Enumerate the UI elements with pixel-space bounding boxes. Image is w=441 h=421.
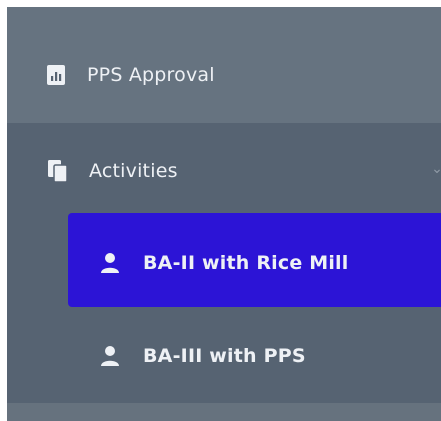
sidebar-item-label: BA-III with PPS (143, 345, 306, 367)
sidebar-bottom-section (7, 403, 441, 421)
sidebar-item-label: Activities (89, 160, 178, 182)
sidebar-item-activities[interactable]: Activities ⌄ (47, 151, 441, 191)
user-icon (99, 345, 121, 367)
copy-icon (47, 160, 69, 183)
user-icon (99, 252, 121, 274)
sidebar-item-pps-approval[interactable]: PPS Approval (45, 57, 215, 93)
chevron-down-icon: ⌄ (431, 161, 441, 177)
sidebar-item-ba-iii-pps[interactable]: BA-III with PPS (99, 338, 306, 374)
sidebar-item-label: BA-II with Rice Mill (143, 252, 349, 274)
sidebar-item-label: PPS Approval (87, 64, 215, 86)
sidebar-item-ba-ii-rice-mill[interactable]: BA-II with Rice Mill (99, 245, 348, 281)
report-icon (45, 64, 67, 86)
sidebar: PPS Approval Activities ⌄ BA-II with Ric… (7, 7, 441, 421)
